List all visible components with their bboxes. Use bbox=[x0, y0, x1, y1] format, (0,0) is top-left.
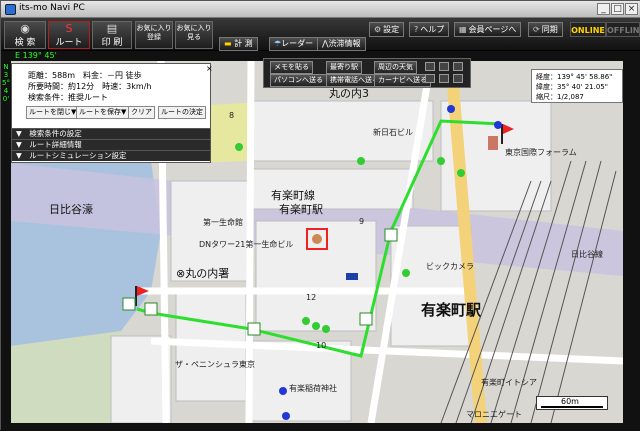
label-marronnier: マロニエゲート bbox=[466, 410, 522, 419]
route-clear-button[interactable]: クリア bbox=[128, 106, 155, 119]
label-itocia: 有楽町イトシア bbox=[481, 378, 537, 387]
label-block-10: 10 bbox=[316, 341, 327, 350]
route-decide-button[interactable]: ルートの決定 bbox=[158, 106, 206, 119]
route-detail-section[interactable]: ▼ ルート詳細情報 bbox=[12, 139, 210, 150]
right-ruler bbox=[623, 51, 640, 423]
coord-longitude: 経度：139° 45' 58.86" bbox=[536, 73, 613, 81]
fav-register-button[interactable]: お気に入り 登録 bbox=[135, 21, 173, 49]
route-button[interactable]: S ルート bbox=[48, 21, 90, 49]
label-block-12: 12 bbox=[306, 293, 317, 302]
building-icon bbox=[488, 136, 498, 150]
label-block-9: 9 bbox=[359, 217, 365, 226]
longitude-readout: E 139° 45' bbox=[15, 51, 57, 60]
member-page-label: 会員ページへ bbox=[468, 25, 517, 34]
sync-button[interactable]: ⟳ 同期 bbox=[528, 22, 563, 37]
maximize-button[interactable]: □ bbox=[611, 3, 624, 15]
car-icon[interactable] bbox=[425, 74, 435, 83]
member-page-button[interactable]: ▦ 会員ページへ bbox=[454, 22, 522, 37]
scale-label: 60m bbox=[561, 397, 579, 406]
label-hibiya: 日比谷濠 bbox=[49, 203, 93, 216]
label-yurakucho-station: 有楽町駅 bbox=[421, 301, 482, 319]
label-yurakucho-sta-small: 有楽町駅 bbox=[279, 203, 323, 216]
search-condition-section[interactable]: ▼ 検索条件の設定 bbox=[12, 128, 210, 139]
print-label: 印 刷 bbox=[101, 38, 123, 48]
route-close-button[interactable]: ルートを閉じ▼ bbox=[26, 106, 80, 119]
pc-send-button[interactable]: パソコンへ送る bbox=[270, 74, 327, 87]
settings-button[interactable]: ⚙ 設定 bbox=[369, 22, 405, 37]
layers-icon[interactable] bbox=[453, 62, 463, 71]
close-icon[interactable]: × bbox=[206, 64, 213, 73]
search-button[interactable]: ◉ 検 索 bbox=[4, 21, 46, 49]
traffic-button[interactable]: ⋀渋滞情報 bbox=[317, 37, 366, 51]
measure-icon: ▬ bbox=[224, 39, 235, 48]
bank-icon bbox=[346, 273, 358, 280]
settings-label: 設定 bbox=[383, 25, 400, 34]
traffic-label: 渋滞情報 bbox=[328, 39, 361, 48]
grid-icon[interactable] bbox=[439, 62, 449, 71]
offline-toggle[interactable]: OFFLINE bbox=[606, 22, 640, 37]
label-tokyo-forum: 東京国際フォーラム bbox=[505, 148, 577, 157]
search-label: 検 索 bbox=[14, 38, 36, 48]
print-button[interactable]: ▤ 印 刷 bbox=[92, 21, 132, 49]
label-inari: 有楽稲荷神社 bbox=[289, 384, 337, 393]
route-time: 所要時間：約12分 時速：3km/h bbox=[28, 82, 152, 91]
route-info-panel: × 距離：588m 料金：－円 徒歩 所要時間：約12分 時速：3km/h 検索… bbox=[11, 63, 213, 163]
help-icon: ? bbox=[414, 25, 419, 34]
label-bic-camera: ビックカメラ bbox=[426, 262, 474, 271]
coord-scale: 縮尺：1/2,087 bbox=[536, 93, 584, 101]
help-button[interactable]: ? ヘルプ bbox=[409, 22, 450, 37]
weather-button[interactable]: 周辺の天気 bbox=[374, 61, 417, 74]
help-label: ヘルプ bbox=[420, 25, 445, 34]
search-icon: ◉ bbox=[20, 22, 30, 35]
app-window: its-mo Navi PC _ □ × ◉ 検 索 S ルート ▤ 印 刷 お気に入… bbox=[0, 0, 640, 431]
map-view-icons bbox=[421, 60, 469, 87]
window-title: its-mo Navi PC bbox=[19, 3, 85, 13]
close-button[interactable]: × bbox=[625, 3, 638, 15]
latitude-readout: N 35° 40' bbox=[2, 63, 10, 103]
sync-label: 同期 bbox=[541, 25, 558, 34]
nearest-station-button[interactable]: 最寄り駅 bbox=[326, 61, 362, 74]
fav-register-label: お気に入り 登録 bbox=[136, 24, 172, 41]
walk-icon[interactable] bbox=[453, 74, 463, 83]
measure-label: 計 測 bbox=[234, 39, 253, 48]
route-label: ルート bbox=[55, 38, 83, 48]
label-block-8: 8 bbox=[229, 111, 235, 120]
label-peninsula: ザ・ペニンシュラ東京 bbox=[175, 360, 255, 369]
printer-icon: ▤ bbox=[106, 22, 118, 35]
label-hibiya-line: 日比谷線 bbox=[571, 250, 603, 259]
left-ruler bbox=[1, 51, 11, 423]
route-sim-section[interactable]: ▼ ルートシミュレーション設定 bbox=[12, 150, 210, 161]
coordinate-box: 経度：139° 45' 58.86" 緯度：35° 40' 21.05" 縮尺：… bbox=[531, 69, 623, 103]
home-icon[interactable] bbox=[425, 62, 435, 71]
measure-button[interactable]: ▬ 計 測 bbox=[219, 37, 258, 51]
coord-latitude: 緯度：35° 40' 21.05" bbox=[536, 83, 608, 91]
route-save-button[interactable]: ルートを保存▼ bbox=[76, 106, 130, 119]
label-marunouchi-police: ⊗丸の内署 bbox=[176, 267, 230, 280]
sync-icon: ⟳ bbox=[533, 25, 540, 34]
route-condition: 検索条件：推奨ルート bbox=[28, 93, 108, 102]
fav-view-label: お気に入り 見る bbox=[176, 24, 212, 41]
title-bar: its-mo Navi PC _ □ × bbox=[1, 1, 640, 18]
memo-button[interactable]: メモを貼る bbox=[270, 61, 313, 74]
scale-bar: 60m bbox=[536, 396, 608, 410]
minimize-button[interactable]: _ bbox=[597, 3, 610, 15]
label-dn-tower: DNタワー21第一生命ビル bbox=[199, 240, 294, 249]
compass-icon[interactable] bbox=[439, 74, 449, 83]
label-shin-nisshin: 新日石ビル bbox=[373, 128, 413, 137]
route-distance: 距離：588m 料金：－円 徒歩 bbox=[28, 71, 142, 80]
radar-button[interactable]: ☂レーダー bbox=[269, 37, 319, 51]
online-toggle[interactable]: ONLINE bbox=[570, 22, 606, 37]
radar-label: レーダー bbox=[281, 39, 314, 48]
label-dai-ichi: 第一生命館 bbox=[203, 218, 243, 227]
scale-line bbox=[541, 406, 603, 408]
route-icon: S bbox=[65, 22, 73, 35]
fav-view-button[interactable]: お気に入り 見る bbox=[175, 21, 213, 49]
gear-icon: ⚙ bbox=[374, 25, 382, 34]
app-icon bbox=[5, 4, 16, 15]
member-icon: ▦ bbox=[459, 25, 467, 34]
